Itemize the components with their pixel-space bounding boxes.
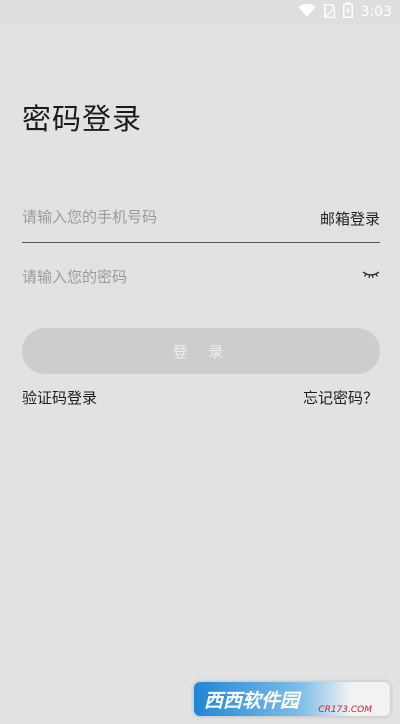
page-title: 密码登录: [22, 102, 143, 136]
sms-code-login-link[interactable]: 验证码登录: [22, 387, 97, 408]
forgot-password-link[interactable]: 忘记密码？: [303, 387, 378, 408]
battery-icon: [342, 2, 353, 22]
watermark-url: CR173.COM: [318, 705, 372, 715]
watermark-text: 西西软件园: [204, 689, 300, 712]
login-button[interactable]: 登 录: [22, 328, 380, 374]
status-icons: 3:03: [298, 2, 392, 22]
eye-closed-icon[interactable]: [362, 266, 380, 282]
wifi-icon: [298, 3, 316, 22]
password-field-row: [22, 256, 380, 302]
watermark-logo: 西西软件园 CR173.COM: [194, 682, 390, 716]
sim-icon: [323, 3, 335, 22]
email-login-link[interactable]: 邮箱登录: [320, 208, 380, 229]
phone-input[interactable]: [22, 204, 292, 230]
password-input[interactable]: [22, 264, 292, 290]
status-time: 3:03: [360, 4, 392, 20]
status-bar: 3:03: [0, 0, 400, 24]
phone-field-row: 邮箱登录: [22, 196, 380, 243]
